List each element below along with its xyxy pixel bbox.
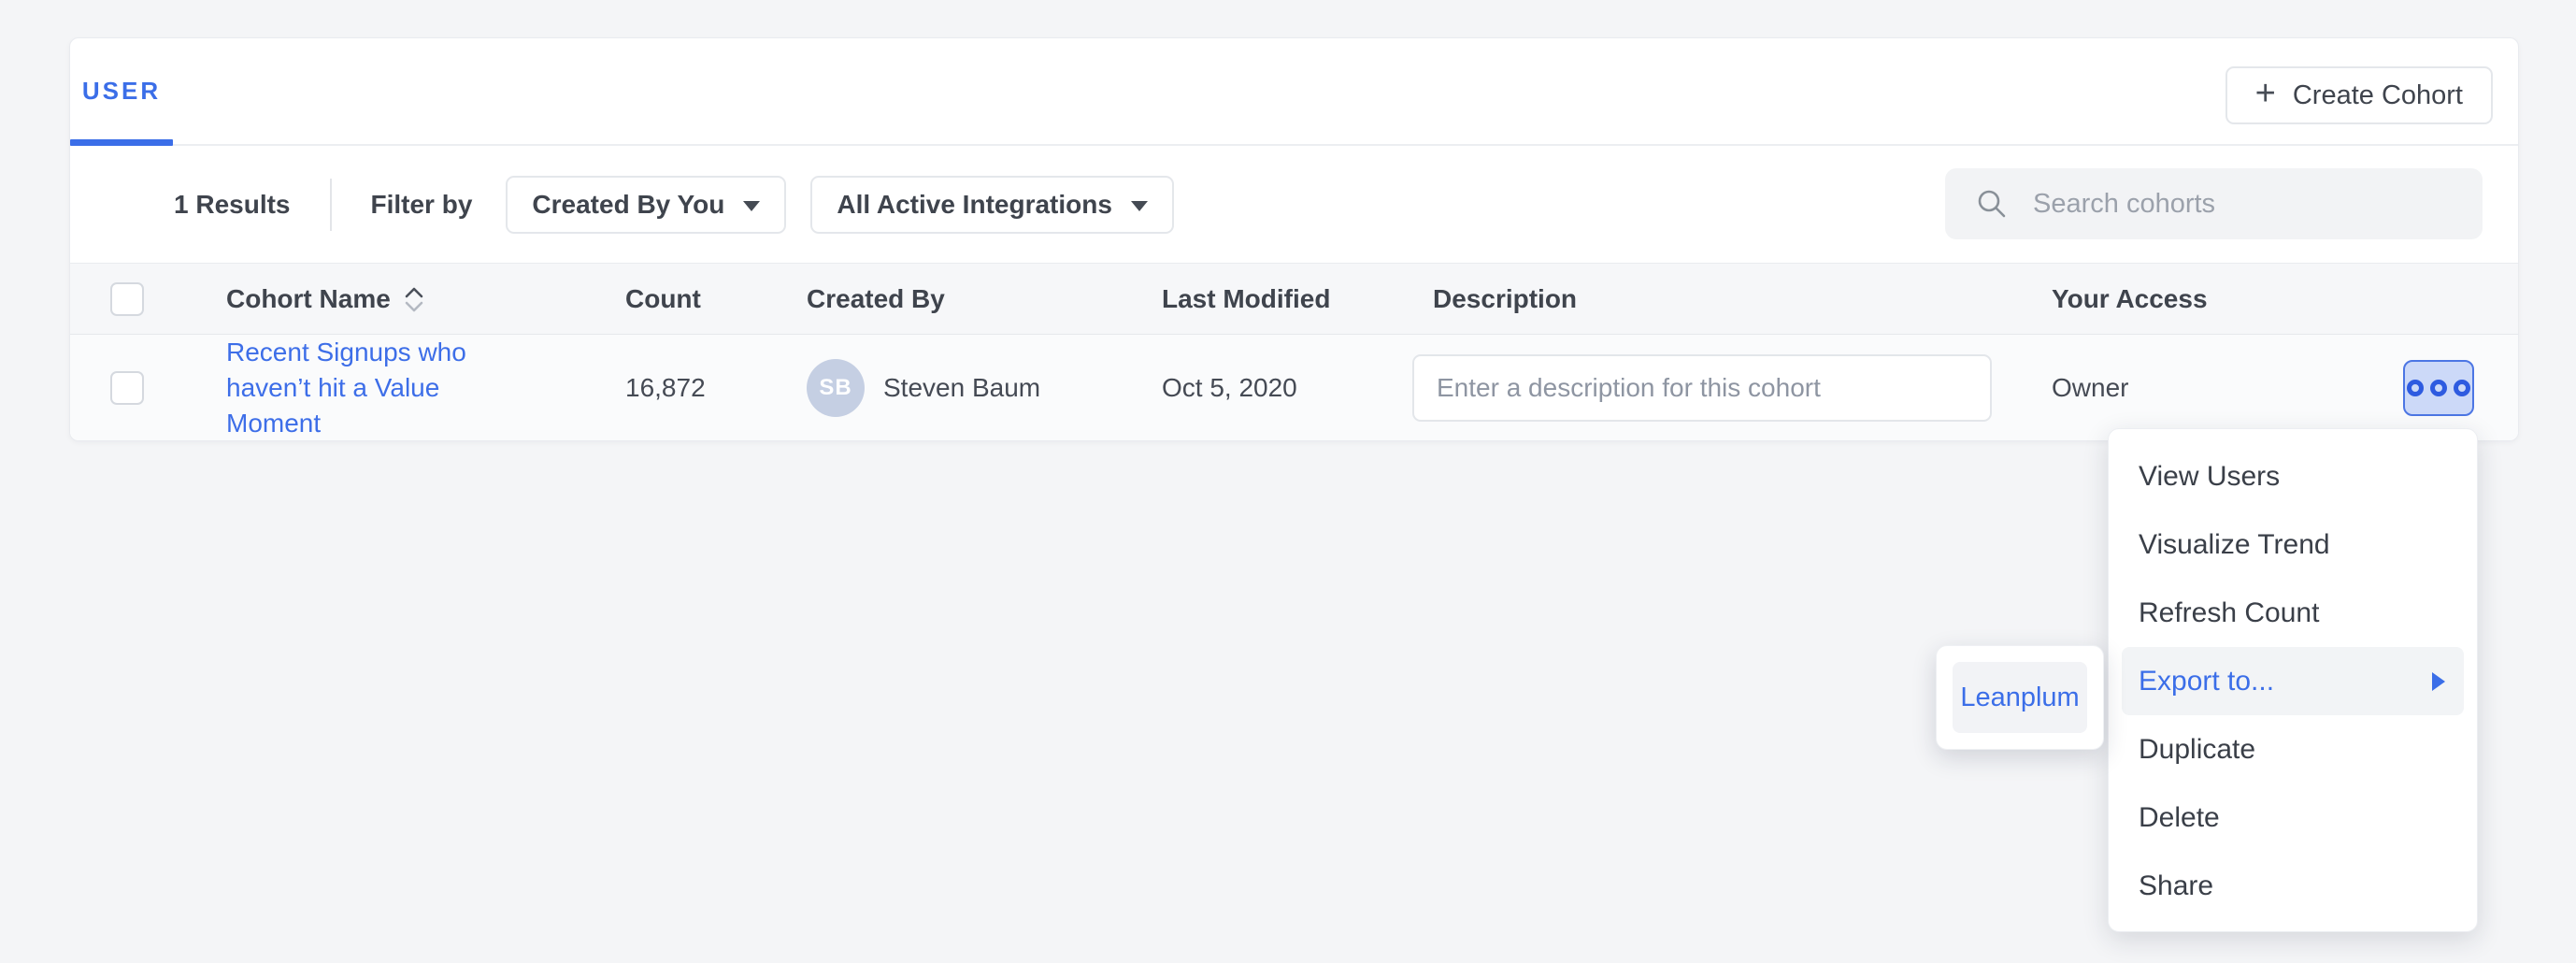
create-cohort-label: Create Cohort (2293, 80, 2463, 111)
cohort-count: 16,872 (625, 373, 807, 403)
ellipsis-icon (2430, 380, 2447, 396)
row-checkbox[interactable] (110, 371, 144, 405)
results-count: 1 Results (174, 190, 291, 220)
column-header-created-by: Created By (807, 284, 1162, 314)
more-actions-button[interactable] (2403, 360, 2474, 416)
table-row: Recent Signups who haven’t hit a Value M… (70, 335, 2518, 440)
last-modified-date: Oct 5, 2020 (1162, 373, 1412, 403)
column-header-last-modified: Last Modified (1162, 284, 1412, 314)
ellipsis-icon (2407, 380, 2424, 396)
column-header-count: Count (625, 284, 807, 314)
column-header-your-access: Your Access (2052, 284, 2332, 314)
tab-user[interactable]: USER (70, 38, 173, 144)
avatar: SB (807, 359, 865, 417)
row-actions-menu: View Users Visualize Trend Refresh Count… (2108, 428, 2478, 932)
plus-icon: + (2255, 76, 2276, 111)
column-header-cohort-name[interactable]: Cohort Name (226, 284, 625, 314)
active-tab-underline (70, 139, 173, 146)
chevron-down-icon (743, 201, 760, 211)
sort-icon (402, 284, 426, 314)
menu-item-delete[interactable]: Delete (2109, 783, 2477, 852)
menu-item-duplicate[interactable]: Duplicate (2109, 715, 2477, 783)
description-input[interactable] (1412, 354, 1992, 422)
submenu-item-leanplum[interactable]: Leanplum (1953, 662, 2087, 733)
menu-item-view-users[interactable]: View Users (2109, 442, 2477, 510)
export-submenu: Leanplum (1936, 645, 2104, 750)
column-header-description: Description (1412, 284, 2052, 314)
submenu-arrow-icon (2432, 672, 2445, 691)
select-all-checkbox[interactable] (110, 282, 144, 316)
filter-by-label: Filter by (371, 190, 473, 220)
table-header: Cohort Name Count Created By Last Modifi… (70, 263, 2518, 335)
cohorts-page: USER + Create Cohort 1 Results Filter by… (0, 0, 2576, 963)
search-icon (1975, 187, 2009, 221)
created-by-filter-label: Created By You (532, 190, 724, 220)
toolbar: 1 Results Filter by Created By You All A… (70, 146, 2518, 263)
menu-item-visualize-trend[interactable]: Visualize Trend (2109, 510, 2477, 579)
create-cohort-button[interactable]: + Create Cohort (2225, 66, 2493, 124)
menu-item-export-to[interactable]: Export to... (2122, 647, 2464, 715)
menu-item-refresh-count[interactable]: Refresh Count (2109, 579, 2477, 647)
ellipsis-icon (2454, 380, 2470, 396)
access-level: Owner (2052, 373, 2332, 403)
cohorts-panel: USER + Create Cohort 1 Results Filter by… (69, 37, 2519, 441)
tab-bar: USER + Create Cohort (70, 38, 2518, 146)
integrations-filter-label: All Active Integrations (837, 190, 1112, 220)
search-input[interactable] (2009, 167, 2483, 240)
tab-user-label: USER (82, 77, 161, 106)
export-to-label: Export to... (2139, 666, 2274, 697)
toolbar-divider (330, 179, 332, 231)
created-by-cell: SB Steven Baum (807, 359, 1162, 417)
chevron-down-icon (1131, 201, 1148, 211)
menu-item-share[interactable]: Share (2109, 852, 2477, 920)
search-box (1945, 168, 2483, 239)
cohort-name-link[interactable]: Recent Signups who haven’t hit a Value M… (226, 335, 488, 441)
created-by-name: Steven Baum (883, 373, 1040, 403)
created-by-filter-dropdown[interactable]: Created By You (506, 176, 786, 234)
integrations-filter-dropdown[interactable]: All Active Integrations (810, 176, 1174, 234)
